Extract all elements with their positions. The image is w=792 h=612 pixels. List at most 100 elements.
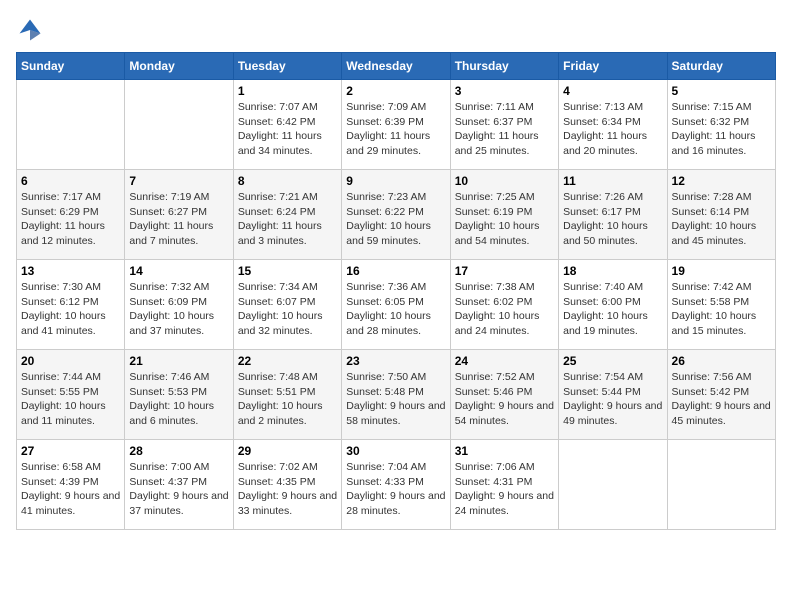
calendar-cell: 13 Sunrise: 7:30 AM Sunset: 6:12 PM Dayli… [17, 260, 125, 350]
day-number: 20 [21, 354, 120, 368]
calendar-cell: 19 Sunrise: 7:42 AM Sunset: 5:58 PM Dayli… [667, 260, 775, 350]
cell-content: Sunrise: 7:54 AM Sunset: 5:44 PM Dayligh… [563, 370, 662, 429]
cell-content: Sunrise: 7:48 AM Sunset: 5:51 PM Dayligh… [238, 370, 337, 429]
calendar-cell: 22 Sunrise: 7:48 AM Sunset: 5:51 PM Dayli… [233, 350, 341, 440]
cell-content: Sunrise: 7:00 AM Sunset: 4:37 PM Dayligh… [129, 460, 228, 519]
cell-content: Sunrise: 7:56 AM Sunset: 5:42 PM Dayligh… [672, 370, 771, 429]
day-number: 19 [672, 264, 771, 278]
day-number: 30 [346, 444, 445, 458]
cell-content: Sunrise: 7:42 AM Sunset: 5:58 PM Dayligh… [672, 280, 771, 339]
day-number: 9 [346, 174, 445, 188]
day-number: 11 [563, 174, 662, 188]
day-number: 28 [129, 444, 228, 458]
cell-content: Sunrise: 7:04 AM Sunset: 4:33 PM Dayligh… [346, 460, 445, 519]
day-number: 26 [672, 354, 771, 368]
cell-content: Sunrise: 7:21 AM Sunset: 6:24 PM Dayligh… [238, 190, 337, 249]
cell-content: Sunrise: 7:17 AM Sunset: 6:29 PM Dayligh… [21, 190, 120, 249]
cell-content: Sunrise: 7:06 AM Sunset: 4:31 PM Dayligh… [455, 460, 554, 519]
calendar-cell: 28 Sunrise: 7:00 AM Sunset: 4:37 PM Dayli… [125, 440, 233, 530]
day-number: 25 [563, 354, 662, 368]
day-number: 21 [129, 354, 228, 368]
calendar-cell: 11 Sunrise: 7:26 AM Sunset: 6:17 PM Dayli… [559, 170, 667, 260]
calendar-cell [559, 440, 667, 530]
calendar-cell: 3 Sunrise: 7:11 AM Sunset: 6:37 PM Daylig… [450, 80, 558, 170]
cell-content: Sunrise: 7:40 AM Sunset: 6:00 PM Dayligh… [563, 280, 662, 339]
calendar-cell: 20 Sunrise: 7:44 AM Sunset: 5:55 PM Dayli… [17, 350, 125, 440]
cell-content: Sunrise: 7:34 AM Sunset: 6:07 PM Dayligh… [238, 280, 337, 339]
calendar-cell: 17 Sunrise: 7:38 AM Sunset: 6:02 PM Dayli… [450, 260, 558, 350]
day-number: 1 [238, 84, 337, 98]
day-number: 6 [21, 174, 120, 188]
calendar-cell: 15 Sunrise: 7:34 AM Sunset: 6:07 PM Dayli… [233, 260, 341, 350]
cell-content: Sunrise: 7:15 AM Sunset: 6:32 PM Dayligh… [672, 100, 771, 159]
cell-content: Sunrise: 7:23 AM Sunset: 6:22 PM Dayligh… [346, 190, 445, 249]
cell-content: Sunrise: 7:50 AM Sunset: 5:48 PM Dayligh… [346, 370, 445, 429]
day-number: 22 [238, 354, 337, 368]
day-number: 23 [346, 354, 445, 368]
calendar-week-row: 20 Sunrise: 7:44 AM Sunset: 5:55 PM Dayli… [17, 350, 776, 440]
cell-content: Sunrise: 7:07 AM Sunset: 6:42 PM Dayligh… [238, 100, 337, 159]
logo [16, 16, 48, 44]
day-number: 24 [455, 354, 554, 368]
day-number: 27 [21, 444, 120, 458]
col-tuesday: Tuesday [233, 53, 341, 80]
calendar-cell: 12 Sunrise: 7:28 AM Sunset: 6:14 PM Dayli… [667, 170, 775, 260]
calendar-week-row: 1 Sunrise: 7:07 AM Sunset: 6:42 PM Daylig… [17, 80, 776, 170]
day-number: 2 [346, 84, 445, 98]
day-number: 14 [129, 264, 228, 278]
calendar-cell [17, 80, 125, 170]
cell-content: Sunrise: 7:11 AM Sunset: 6:37 PM Dayligh… [455, 100, 554, 159]
calendar-cell: 1 Sunrise: 7:07 AM Sunset: 6:42 PM Daylig… [233, 80, 341, 170]
cell-content: Sunrise: 7:25 AM Sunset: 6:19 PM Dayligh… [455, 190, 554, 249]
cell-content: Sunrise: 7:09 AM Sunset: 6:39 PM Dayligh… [346, 100, 445, 159]
calendar-header-row: Sunday Monday Tuesday Wednesday Thursday… [17, 53, 776, 80]
day-number: 12 [672, 174, 771, 188]
logo-icon [16, 16, 44, 44]
cell-content: Sunrise: 7:38 AM Sunset: 6:02 PM Dayligh… [455, 280, 554, 339]
day-number: 17 [455, 264, 554, 278]
calendar-week-row: 6 Sunrise: 7:17 AM Sunset: 6:29 PM Daylig… [17, 170, 776, 260]
calendar-cell: 18 Sunrise: 7:40 AM Sunset: 6:00 PM Dayli… [559, 260, 667, 350]
calendar-week-row: 27Sunrise: 6:58 AM Sunset: 4:39 PM Dayli… [17, 440, 776, 530]
calendar-cell: 16Sunrise: 7:36 AM Sunset: 6:05 PM Dayli… [342, 260, 450, 350]
day-number: 31 [455, 444, 554, 458]
calendar-cell: 29 Sunrise: 7:02 AM Sunset: 4:35 PM Dayli… [233, 440, 341, 530]
day-number: 29 [238, 444, 337, 458]
calendar-cell: 30 Sunrise: 7:04 AM Sunset: 4:33 PM Dayli… [342, 440, 450, 530]
calendar-cell: 25 Sunrise: 7:54 AM Sunset: 5:44 PM Dayli… [559, 350, 667, 440]
cell-content: Sunrise: 7:52 AM Sunset: 5:46 PM Dayligh… [455, 370, 554, 429]
day-number: 5 [672, 84, 771, 98]
calendar-cell: 27Sunrise: 6:58 AM Sunset: 4:39 PM Dayli… [17, 440, 125, 530]
col-wednesday: Wednesday [342, 53, 450, 80]
cell-content: Sunrise: 7:44 AM Sunset: 5:55 PM Dayligh… [21, 370, 120, 429]
cell-content: Sunrise: 7:28 AM Sunset: 6:14 PM Dayligh… [672, 190, 771, 249]
calendar-cell: 7Sunrise: 7:19 AM Sunset: 6:27 PM Daylig… [125, 170, 233, 260]
cell-content: Sunrise: 7:30 AM Sunset: 6:12 PM Dayligh… [21, 280, 120, 339]
calendar-cell: 2 Sunrise: 7:09 AM Sunset: 6:39 PM Daylig… [342, 80, 450, 170]
page-header [16, 16, 776, 44]
day-number: 3 [455, 84, 554, 98]
cell-content: Sunrise: 7:26 AM Sunset: 6:17 PM Dayligh… [563, 190, 662, 249]
calendar-cell: 31 Sunrise: 7:06 AM Sunset: 4:31 PM Dayli… [450, 440, 558, 530]
calendar-cell: 6 Sunrise: 7:17 AM Sunset: 6:29 PM Daylig… [17, 170, 125, 260]
calendar-cell: 4 Sunrise: 7:13 AM Sunset: 6:34 PM Daylig… [559, 80, 667, 170]
cell-content: Sunrise: 7:36 AM Sunset: 6:05 PM Dayligh… [346, 280, 445, 339]
cell-content: Sunrise: 7:13 AM Sunset: 6:34 PM Dayligh… [563, 100, 662, 159]
cell-content: Sunrise: 7:46 AM Sunset: 5:53 PM Dayligh… [129, 370, 228, 429]
calendar-cell: 5 Sunrise: 7:15 AM Sunset: 6:32 PM Daylig… [667, 80, 775, 170]
calendar-cell: 26 Sunrise: 7:56 AM Sunset: 5:42 PM Dayli… [667, 350, 775, 440]
calendar-cell: 9 Sunrise: 7:23 AM Sunset: 6:22 PM Daylig… [342, 170, 450, 260]
day-number: 13 [21, 264, 120, 278]
calendar-table: Sunday Monday Tuesday Wednesday Thursday… [16, 52, 776, 530]
calendar-week-row: 13 Sunrise: 7:30 AM Sunset: 6:12 PM Dayli… [17, 260, 776, 350]
day-number: 8 [238, 174, 337, 188]
calendar-cell: 10Sunrise: 7:25 AM Sunset: 6:19 PM Dayli… [450, 170, 558, 260]
day-number: 15 [238, 264, 337, 278]
day-number: 18 [563, 264, 662, 278]
day-number: 4 [563, 84, 662, 98]
cell-content: Sunrise: 7:32 AM Sunset: 6:09 PM Dayligh… [129, 280, 228, 339]
calendar-cell [125, 80, 233, 170]
cell-content: Sunrise: 7:02 AM Sunset: 4:35 PM Dayligh… [238, 460, 337, 519]
col-saturday: Saturday [667, 53, 775, 80]
calendar-cell: 23 Sunrise: 7:50 AM Sunset: 5:48 PM Dayli… [342, 350, 450, 440]
